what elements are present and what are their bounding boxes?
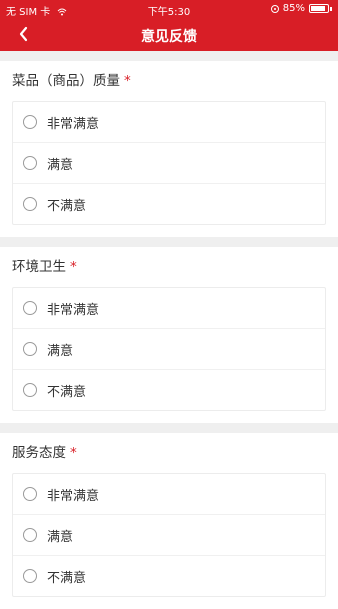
radio-circle-icon[interactable] xyxy=(23,115,37,129)
radio-circle-icon[interactable] xyxy=(23,156,37,170)
app-header: 无 SIM 卡 下午5:30 85% 意见反馈 xyxy=(0,0,338,51)
section-divider xyxy=(0,237,338,247)
radio-option[interactable]: 满意 xyxy=(13,329,325,370)
feedback-form: 菜品（商品）质量 * 非常满意 满意 不满意 环境卫生 * 非常满意 满意 不满意 … xyxy=(0,51,338,609)
radio-option[interactable]: 不满意 xyxy=(13,556,325,596)
radio-option[interactable]: 不满意 xyxy=(13,184,325,224)
radio-circle-icon[interactable] xyxy=(23,383,37,397)
nav-bar: 意见反馈 xyxy=(0,18,338,51)
section-title: 环境卫生 * xyxy=(12,247,326,287)
radio-option[interactable]: 不满意 xyxy=(13,370,325,410)
status-bar: 无 SIM 卡 下午5:30 85% xyxy=(0,0,338,18)
option-label: 非常满意 xyxy=(47,116,100,132)
option-list: 非常满意 满意 不满意 xyxy=(12,101,326,225)
page-title: 意见反馈 xyxy=(141,29,197,45)
option-label: 不满意 xyxy=(47,570,87,586)
rotation-lock-icon xyxy=(270,4,279,13)
section-service: 服务态度 * 非常满意 满意 不满意 xyxy=(0,433,338,609)
option-label: 非常满意 xyxy=(47,302,100,318)
battery-fill xyxy=(311,6,325,11)
section-divider xyxy=(0,423,338,433)
option-label: 不满意 xyxy=(47,384,87,400)
required-marker: * xyxy=(124,73,131,89)
radio-option[interactable]: 非常满意 xyxy=(13,288,325,329)
radio-circle-icon[interactable] xyxy=(23,487,37,501)
section-divider xyxy=(0,51,338,61)
required-marker: * xyxy=(70,259,77,275)
radio-option[interactable]: 非常满意 xyxy=(13,102,325,143)
section-title-text: 菜品（商品）质量 xyxy=(12,73,120,89)
option-label: 非常满意 xyxy=(47,488,100,504)
option-list: 非常满意 满意 不满意 xyxy=(12,473,326,597)
radio-circle-icon[interactable] xyxy=(23,197,37,211)
radio-circle-icon[interactable] xyxy=(23,569,37,583)
option-label: 不满意 xyxy=(47,198,87,214)
radio-option[interactable]: 满意 xyxy=(13,143,325,184)
status-right: 85% xyxy=(270,3,332,14)
radio-option[interactable]: 非常满意 xyxy=(13,474,325,515)
radio-circle-icon[interactable] xyxy=(23,528,37,542)
option-label: 满意 xyxy=(47,343,74,359)
section-title-text: 服务态度 xyxy=(12,445,66,461)
section-environment: 环境卫生 * 非常满意 满意 不满意 xyxy=(0,247,338,423)
radio-circle-icon[interactable] xyxy=(23,342,37,356)
battery-tip xyxy=(330,6,332,11)
radio-circle-icon[interactable] xyxy=(23,301,37,315)
option-label: 满意 xyxy=(47,529,74,545)
battery-icon xyxy=(309,4,329,13)
section-title-text: 环境卫生 xyxy=(12,259,66,275)
required-marker: * xyxy=(70,445,77,461)
option-label: 满意 xyxy=(47,157,74,173)
section-food-quality: 菜品（商品）质量 * 非常满意 满意 不满意 xyxy=(0,61,338,237)
radio-option[interactable]: 满意 xyxy=(13,515,325,556)
battery-percent: 85% xyxy=(282,3,305,14)
section-title: 服务态度 * xyxy=(12,433,326,473)
section-title: 菜品（商品）质量 * xyxy=(12,61,326,101)
option-list: 非常满意 满意 不满意 xyxy=(12,287,326,411)
